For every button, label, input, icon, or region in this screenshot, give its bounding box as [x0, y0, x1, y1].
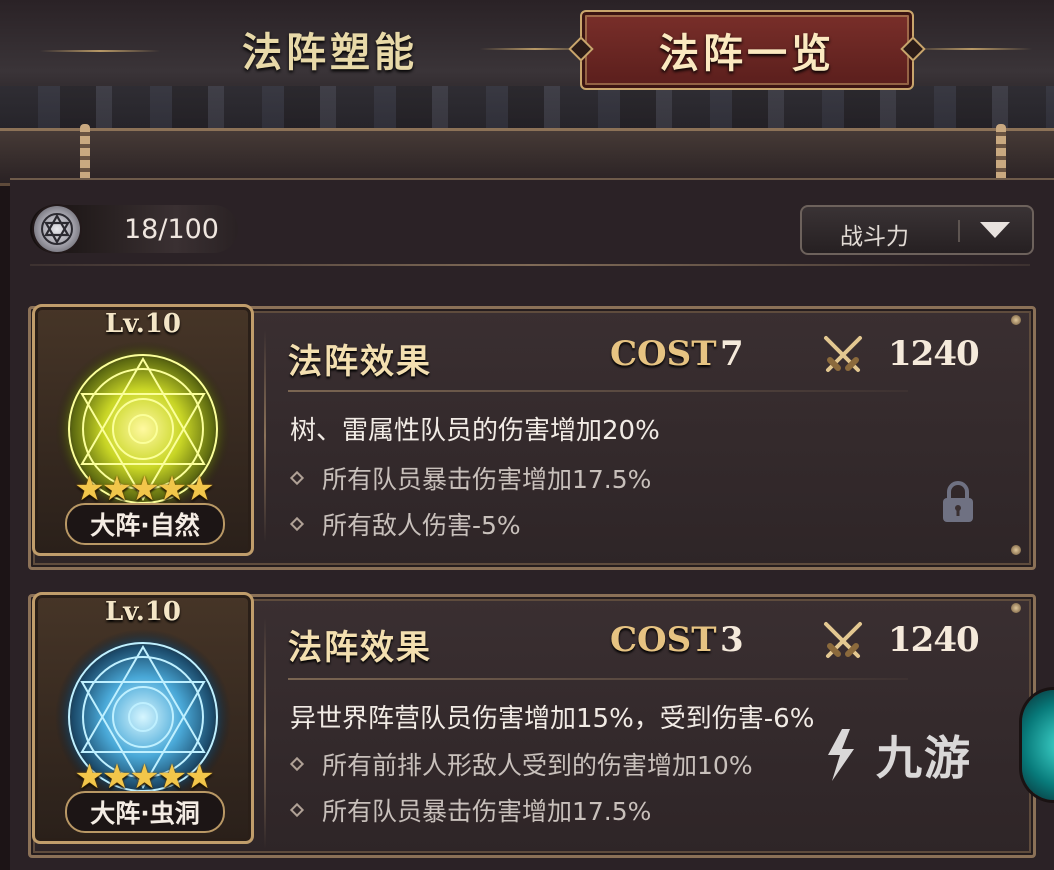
chevron-down-icon[interactable] [980, 222, 1010, 238]
card-divider [264, 618, 266, 848]
header-divider [40, 50, 160, 52]
chain-decoration [996, 124, 1006, 186]
hexagram-icon [34, 206, 80, 252]
card-hr [288, 678, 908, 680]
rivet [1011, 545, 1021, 555]
cost-value: 7 [720, 334, 744, 374]
side-orb-button[interactable] [1022, 690, 1054, 800]
rivet [1011, 603, 1021, 613]
array-type-badge: 大阵·自然 [65, 503, 225, 545]
diamond-bullet-icon [289, 470, 305, 486]
sort-dropdown-divider [958, 220, 960, 242]
cost-label: COST [610, 620, 717, 660]
sub-effect-item: 所有敌人伤害-5% [289, 506, 521, 542]
combat-power-value: 1240 [888, 334, 980, 374]
watermark: 九游 [810, 722, 972, 788]
sort-dropdown-label: 战斗力 [840, 224, 909, 250]
header-divider [912, 48, 1032, 50]
array-level: Lv.10 [104, 309, 181, 339]
array-type-badge: 大阵·虫洞 [65, 791, 225, 833]
sub-effect-text: 所有队员暴击伤害增加17.5% [322, 465, 652, 494]
diamond-bullet-icon [289, 802, 305, 818]
toolbar-divider [30, 264, 1030, 266]
tab-array-empower[interactable]: 法阵塑能 [150, 18, 510, 80]
crossed-swords-icon [824, 622, 862, 658]
rivet [1011, 315, 1021, 325]
tab-array-overview[interactable]: 法阵一览 [580, 10, 914, 90]
array-type-label: 大阵·自然 [90, 511, 200, 540]
card-divider [264, 330, 266, 542]
cost-value: 3 [720, 620, 744, 660]
array-level: Lv.10 [104, 597, 181, 627]
diamond-bullet-icon [289, 756, 305, 772]
effect-title: 法阵效果 [288, 342, 432, 382]
effect-title: 法阵效果 [288, 628, 432, 668]
sub-effect-text: 所有前排人形敌人受到的伤害增加10% [322, 751, 753, 780]
sub-effect-text: 所有敌人伤害-5% [322, 511, 521, 540]
sub-effect-item: 所有队员暴击伤害增加17.5% [289, 792, 652, 828]
main-effect-text: 树、雷属性队员的伤害增加20% [290, 416, 660, 446]
diamond-bullet-icon [289, 516, 305, 532]
watermark-logo-icon [828, 729, 854, 781]
chain-decoration [80, 124, 90, 186]
tab-array-overview-label: 法阵一览 [659, 30, 835, 77]
array-portrait[interactable]: Lv.10 ★★★★★ 大阵·自然 [32, 304, 254, 556]
combat-power-value: 1240 [888, 620, 980, 660]
watermark-text: 九游 [876, 731, 972, 785]
card-hr [288, 390, 908, 392]
main-effect-text: 异世界阵营队员伤害增加15%，受到伤害-6% [290, 704, 815, 734]
tab-array-empower-label: 法阵塑能 [242, 29, 418, 76]
array-count: 18/100 [124, 214, 219, 245]
lock-icon[interactable] [940, 480, 976, 524]
sub-effect-item: 所有队员暴击伤害增加17.5% [289, 460, 652, 496]
sub-effect-item: 所有前排人形敌人受到的伤害增加10% [289, 746, 753, 782]
array-type-label: 大阵·虫洞 [90, 799, 200, 828]
crossed-swords-icon [824, 336, 862, 372]
cost-label: COST [610, 334, 717, 374]
array-portrait[interactable]: Lv.10 ★★★★★ 大阵·虫洞 [32, 592, 254, 844]
sub-effect-text: 所有队员暴击伤害增加17.5% [322, 797, 652, 826]
